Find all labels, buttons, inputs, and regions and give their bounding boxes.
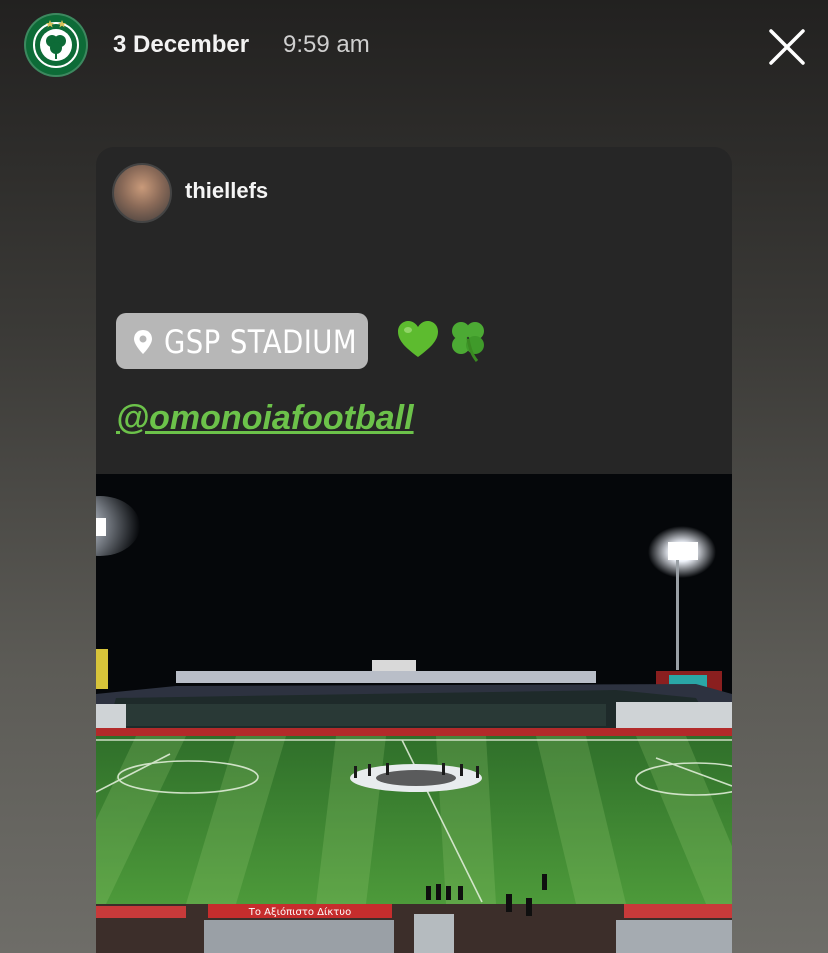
shared-story-card[interactable]: thiellefs GSP STADIUM @omonoiafootball Τ… <box>96 147 732 953</box>
username[interactable]: thiellefs <box>185 178 268 204</box>
location-sticker[interactable]: GSP STADIUM <box>116 313 368 369</box>
location-pin-icon <box>134 330 152 354</box>
story-time: 9:59 am <box>283 31 370 58</box>
stadium-night-photo: Το Αξιόπιστο Δίκτυο <box>96 474 732 953</box>
user-avatar[interactable] <box>112 163 172 223</box>
club-avatar[interactable] <box>24 13 88 77</box>
story-date: 3 December <box>113 31 250 58</box>
omonoia-crest-icon <box>26 15 86 75</box>
close-icon <box>769 29 805 65</box>
shamrock-icon <box>452 322 484 362</box>
close-button[interactable] <box>764 24 810 70</box>
mention-link[interactable]: @omonoiafootball <box>116 399 414 438</box>
story-header: 3 December 9:59 am <box>0 0 828 90</box>
ad-banner-text: Το Αξιόπιστο Δίκτυο <box>248 906 351 918</box>
green-heart-icon <box>398 321 438 357</box>
location-label: GSP STADIUM <box>164 323 358 361</box>
